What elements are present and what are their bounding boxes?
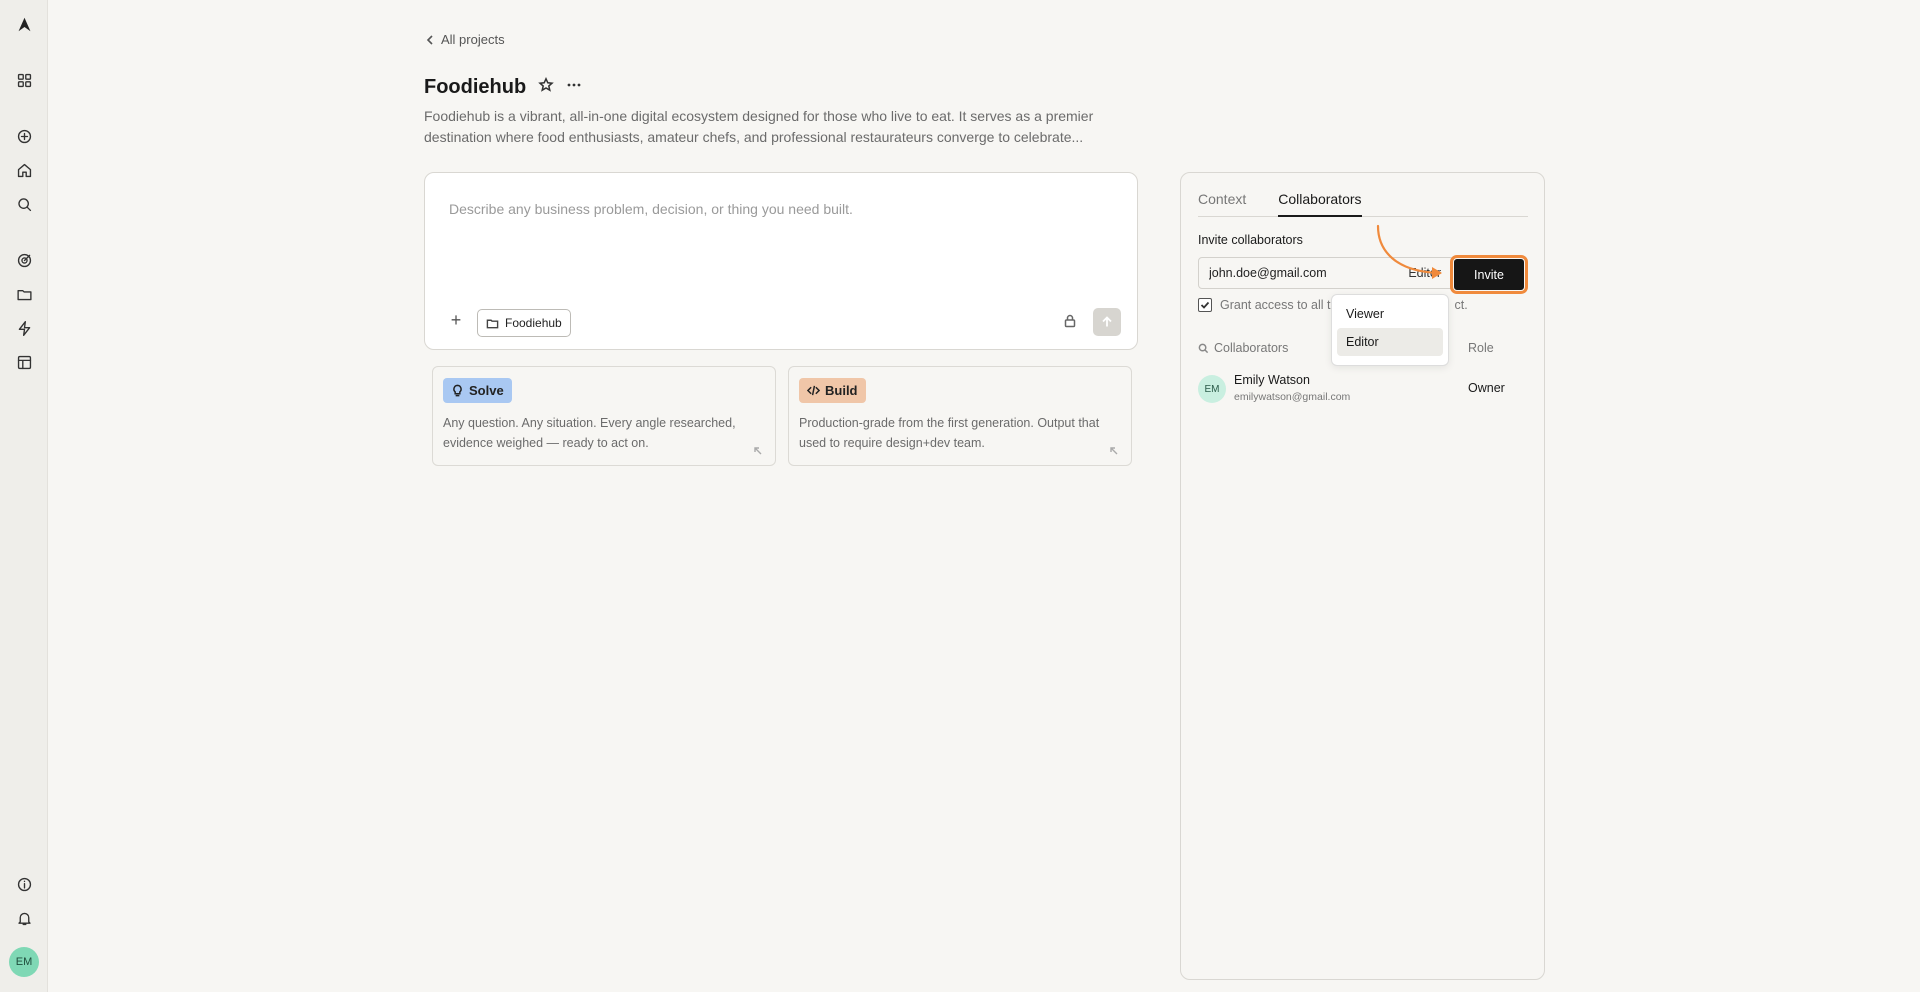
grant-access-text-end: ct.: [1454, 298, 1468, 312]
add-attachment-button[interactable]: +: [447, 310, 465, 330]
role-option-editor[interactable]: Editor: [1337, 328, 1443, 356]
code-icon: [807, 385, 820, 396]
lightbulb-icon: [453, 384, 462, 397]
bell-icon[interactable]: [13, 907, 35, 929]
build-label: Build: [825, 383, 858, 398]
layout-icon[interactable]: [13, 351, 35, 373]
folder-icon[interactable]: [13, 283, 35, 305]
invite-email-box: Editor: [1198, 257, 1454, 289]
invite-button[interactable]: Invite: [1453, 258, 1525, 291]
collaborator-email: emilywatson@gmail.com: [1234, 391, 1351, 403]
collaborator-name: Emily Watson: [1234, 373, 1310, 387]
solve-label: Solve: [469, 383, 504, 398]
search-icon: [1198, 343, 1209, 353]
project-chip[interactable]: Foodiehub: [477, 309, 571, 337]
user-avatar[interactable]: EM: [9, 947, 39, 977]
build-description: Production-grade from the first generati…: [799, 416, 1100, 450]
add-circle-icon[interactable]: [13, 125, 35, 147]
solve-mode-card[interactable]: Solve Any question. Any situation. Every…: [432, 366, 776, 466]
folder-icon: [486, 319, 499, 328]
prompt-input[interactable]: [449, 201, 1109, 217]
project-description: Foodiehub is a vibrant, all-in-one digit…: [424, 108, 1094, 145]
back-to-projects-link[interactable]: All projects: [425, 32, 505, 47]
expand-arrow-icon: [753, 443, 763, 455]
expand-arrow-icon: [1109, 443, 1119, 455]
invite-collaborators-label: Invite collaborators: [1198, 233, 1303, 247]
more-options-icon[interactable]: [566, 77, 582, 98]
sidebar: EM: [0, 0, 48, 992]
invite-email-input[interactable]: [1209, 266, 1369, 280]
title-row: Foodiehub: [424, 76, 582, 99]
avatar: EM: [1198, 375, 1226, 403]
chevron-left-icon: [426, 34, 433, 45]
role-header-label: Role: [1468, 341, 1494, 355]
role-option-viewer[interactable]: Viewer: [1337, 300, 1443, 328]
home-icon[interactable]: [13, 159, 35, 181]
tab-collaborators[interactable]: Collaborators: [1278, 191, 1362, 217]
collaborators-header-label: Collaborators: [1214, 341, 1289, 355]
grid-icon[interactable]: [13, 69, 35, 91]
target-icon[interactable]: [13, 249, 35, 271]
role-dropdown-menu: Viewer Editor: [1331, 294, 1449, 366]
build-badge: Build: [799, 378, 866, 403]
collaborators-search[interactable]: Collaborators: [1198, 341, 1288, 355]
table-row: EM Emily Watson emilywatson@gmail.com Ow…: [1198, 371, 1528, 405]
grant-access-checkbox[interactable]: [1198, 298, 1212, 312]
prompt-composer: + Foodiehub: [424, 172, 1138, 350]
tab-context[interactable]: Context: [1198, 191, 1246, 216]
logo-icon[interactable]: [13, 13, 35, 35]
star-icon[interactable]: [538, 76, 555, 98]
search-icon[interactable]: [13, 193, 35, 215]
page-title: Foodiehub: [424, 76, 527, 98]
send-button[interactable]: [1093, 308, 1121, 336]
solve-badge: Solve: [443, 378, 512, 403]
panel-tabs: Context Collaborators: [1198, 191, 1528, 217]
checkmark-icon: [1200, 301, 1210, 309]
lightning-icon[interactable]: [13, 317, 35, 339]
info-icon[interactable]: [13, 873, 35, 895]
collaborator-role: Owner: [1468, 381, 1505, 395]
build-mode-card[interactable]: Build Production-grade from the first ge…: [788, 366, 1132, 466]
grant-access-text-start: Grant access to all t: [1220, 298, 1331, 312]
role-select[interactable]: Editor: [1408, 266, 1441, 280]
back-link-label: All projects: [441, 32, 505, 47]
arrow-up-icon: [1102, 316, 1112, 327]
lock-icon[interactable]: [1063, 314, 1079, 330]
project-chip-label: Foodiehub: [505, 316, 562, 330]
solve-description: Any question. Any situation. Every angle…: [443, 416, 736, 450]
